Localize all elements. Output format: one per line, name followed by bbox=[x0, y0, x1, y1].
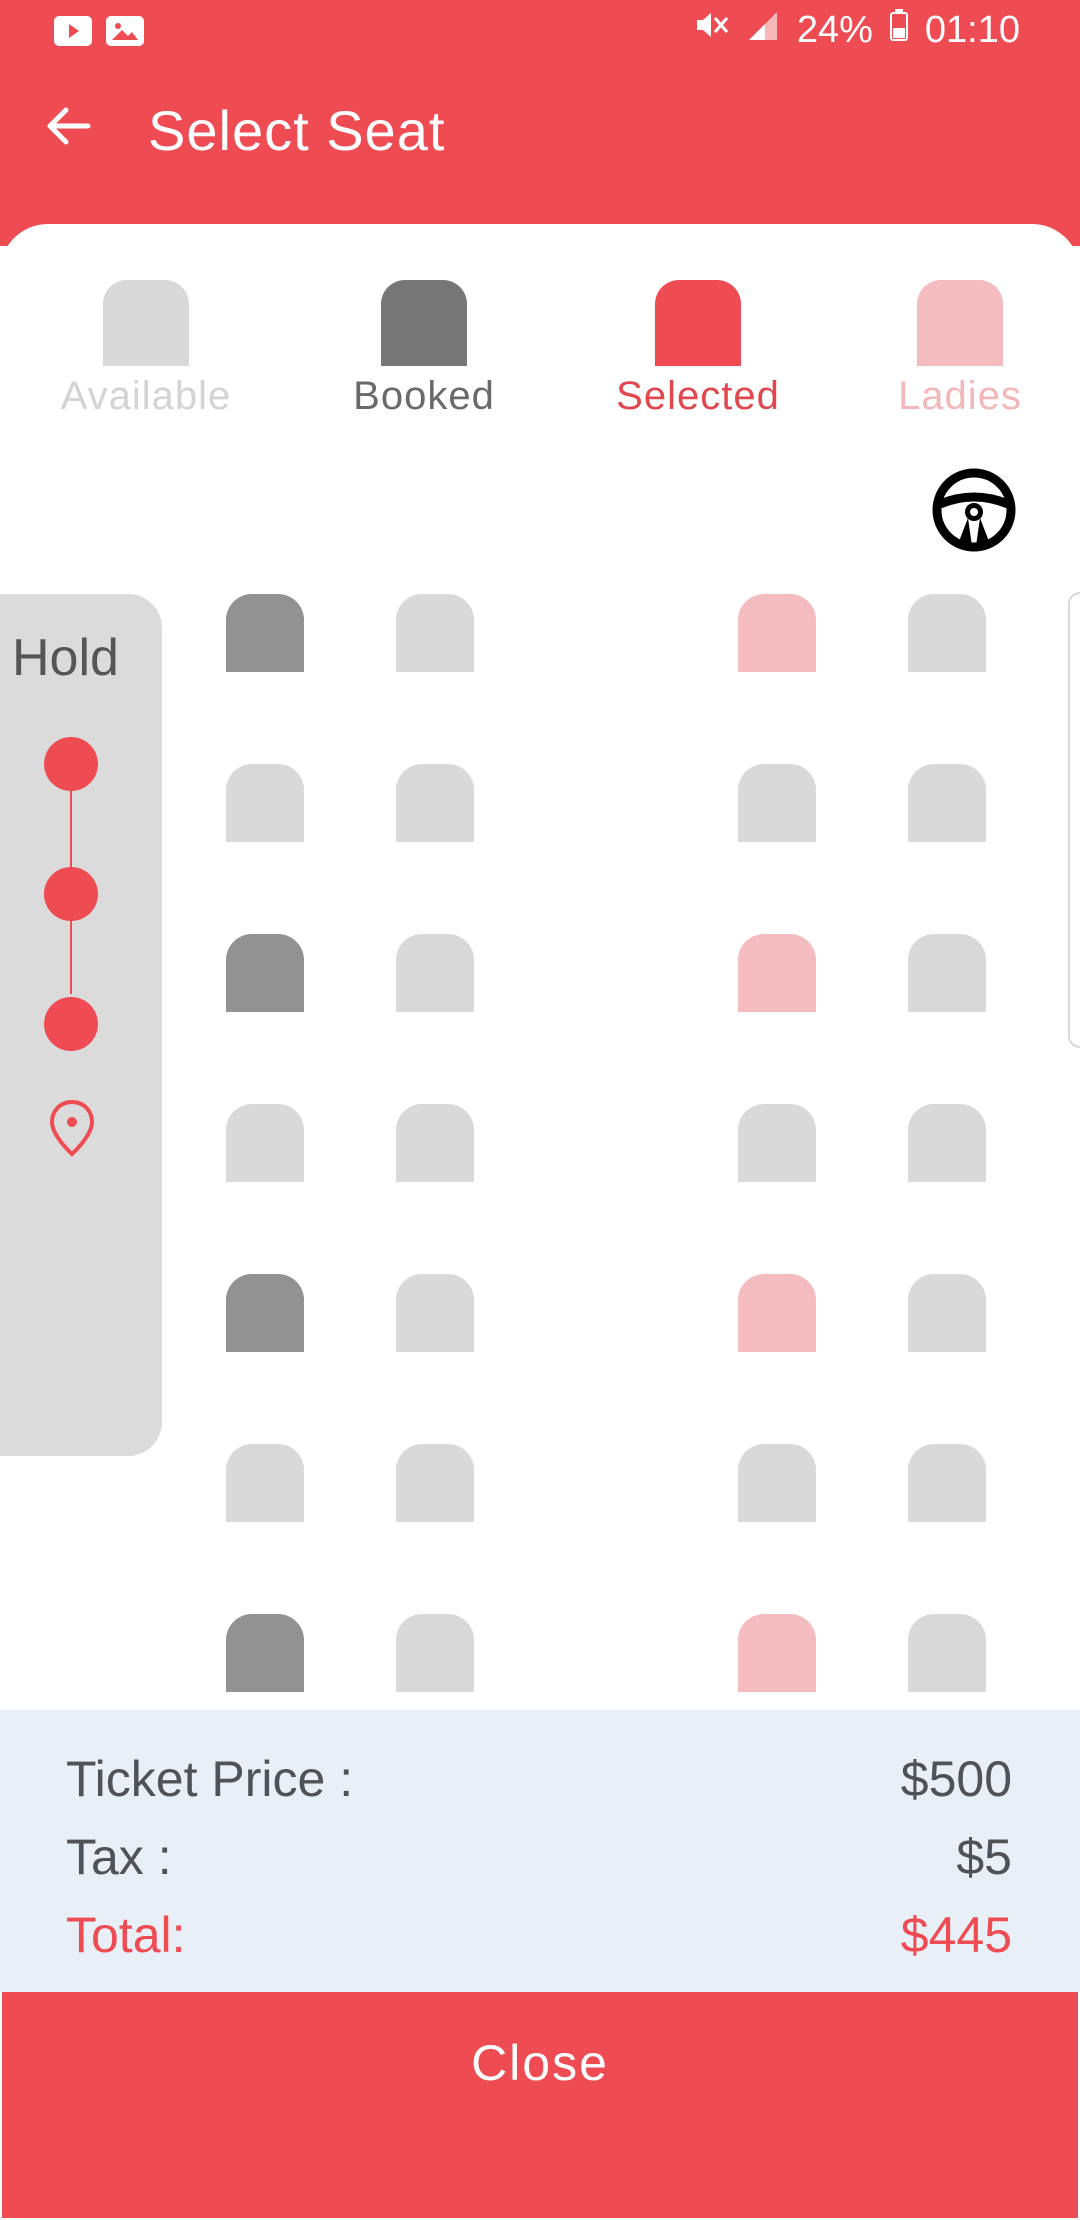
seat-selection-card: Available Booked Selected Ladies Hold bbox=[0, 224, 1080, 1714]
legend-label-booked: Booked bbox=[353, 374, 495, 418]
legend-booked: Booked bbox=[314, 280, 534, 419]
seat-available[interactable] bbox=[396, 934, 474, 1012]
seat-booked bbox=[226, 934, 304, 1012]
total-value: $445 bbox=[900, 1907, 1012, 1963]
total-row: Total: $445 bbox=[66, 1906, 1012, 1964]
ticket-price-value: $500 bbox=[900, 1751, 1012, 1807]
steering-wheel-icon bbox=[932, 468, 1016, 552]
seat-ladies[interactable] bbox=[738, 934, 816, 1012]
arrow-back-icon bbox=[47, 107, 91, 145]
seat-available[interactable] bbox=[738, 764, 816, 842]
seat-available[interactable] bbox=[226, 764, 304, 842]
location-pin-icon bbox=[49, 1099, 95, 1157]
seat-available[interactable] bbox=[396, 764, 474, 842]
seat-available[interactable] bbox=[908, 1444, 986, 1522]
seat-booked bbox=[226, 1274, 304, 1352]
tax-row: Tax : $5 bbox=[66, 1828, 1012, 1886]
route-stop-dot bbox=[44, 737, 98, 791]
clock: 01:10 bbox=[924, 8, 1020, 51]
route-timeline bbox=[44, 737, 98, 1051]
tax-value: $5 bbox=[956, 1829, 1012, 1885]
seat-available[interactable] bbox=[908, 1614, 986, 1692]
legend-ladies: Ladies bbox=[850, 280, 1070, 419]
seat-available[interactable] bbox=[908, 1274, 986, 1352]
hold-panel[interactable]: Hold bbox=[0, 594, 162, 1456]
price-summary: Ticket Price : $500 Tax : $5 Total: $445 bbox=[0, 1710, 1080, 1992]
seat-available[interactable] bbox=[396, 1104, 474, 1182]
seat-available[interactable] bbox=[738, 1104, 816, 1182]
legend-seat-selected bbox=[655, 280, 741, 366]
ticket-price-row: Ticket Price : $500 bbox=[66, 1750, 1012, 1808]
legend-seat-ladies bbox=[917, 280, 1003, 366]
seat-available[interactable] bbox=[908, 1104, 986, 1182]
legend-label-ladies: Ladies bbox=[898, 374, 1022, 418]
mute-icon bbox=[693, 8, 729, 52]
seat-available[interactable] bbox=[396, 1444, 474, 1522]
seat-booked bbox=[226, 1614, 304, 1692]
status-bar: 24% 01:10 bbox=[0, 0, 1080, 66]
legend-selected: Selected bbox=[588, 280, 808, 419]
seat-available[interactable] bbox=[738, 1444, 816, 1522]
total-label: Total: bbox=[66, 1907, 186, 1963]
gallery-icon bbox=[106, 16, 144, 46]
legend-seat-booked bbox=[381, 280, 467, 366]
seat-available[interactable] bbox=[396, 1614, 474, 1692]
seat-available[interactable] bbox=[226, 1104, 304, 1182]
seat-ladies[interactable] bbox=[738, 594, 816, 672]
seat-available[interactable] bbox=[908, 934, 986, 1012]
seat-available[interactable] bbox=[908, 594, 986, 672]
battery-percent: 24% bbox=[796, 8, 873, 51]
route-stop-dot bbox=[44, 997, 98, 1051]
seat-ladies[interactable] bbox=[738, 1614, 816, 1692]
seat-available[interactable] bbox=[396, 1274, 474, 1352]
route-stop-dot bbox=[44, 867, 98, 921]
signal-icon bbox=[745, 8, 781, 52]
scroll-handle[interactable] bbox=[1068, 592, 1080, 1048]
page-title: Select Seat bbox=[148, 99, 446, 162]
legend-label-available: Available bbox=[60, 374, 232, 418]
app-header: Select Seat bbox=[0, 66, 1080, 246]
hold-label: Hold bbox=[12, 629, 119, 687]
battery-icon bbox=[889, 8, 909, 52]
seat-ladies[interactable] bbox=[738, 1274, 816, 1352]
legend-available: Available bbox=[36, 280, 256, 419]
legend-label-selected: Selected bbox=[616, 374, 780, 418]
back-button[interactable] bbox=[38, 96, 98, 156]
youtube-icon bbox=[54, 16, 92, 46]
legend-seat-available bbox=[103, 280, 189, 366]
seat-available[interactable] bbox=[908, 764, 986, 842]
seat-available[interactable] bbox=[396, 594, 474, 672]
tax-label: Tax : bbox=[66, 1829, 172, 1885]
close-button[interactable]: Close bbox=[2, 1992, 1078, 2218]
ticket-price-label: Ticket Price : bbox=[66, 1751, 354, 1807]
seat-available[interactable] bbox=[226, 1444, 304, 1522]
seat-booked bbox=[226, 594, 304, 672]
